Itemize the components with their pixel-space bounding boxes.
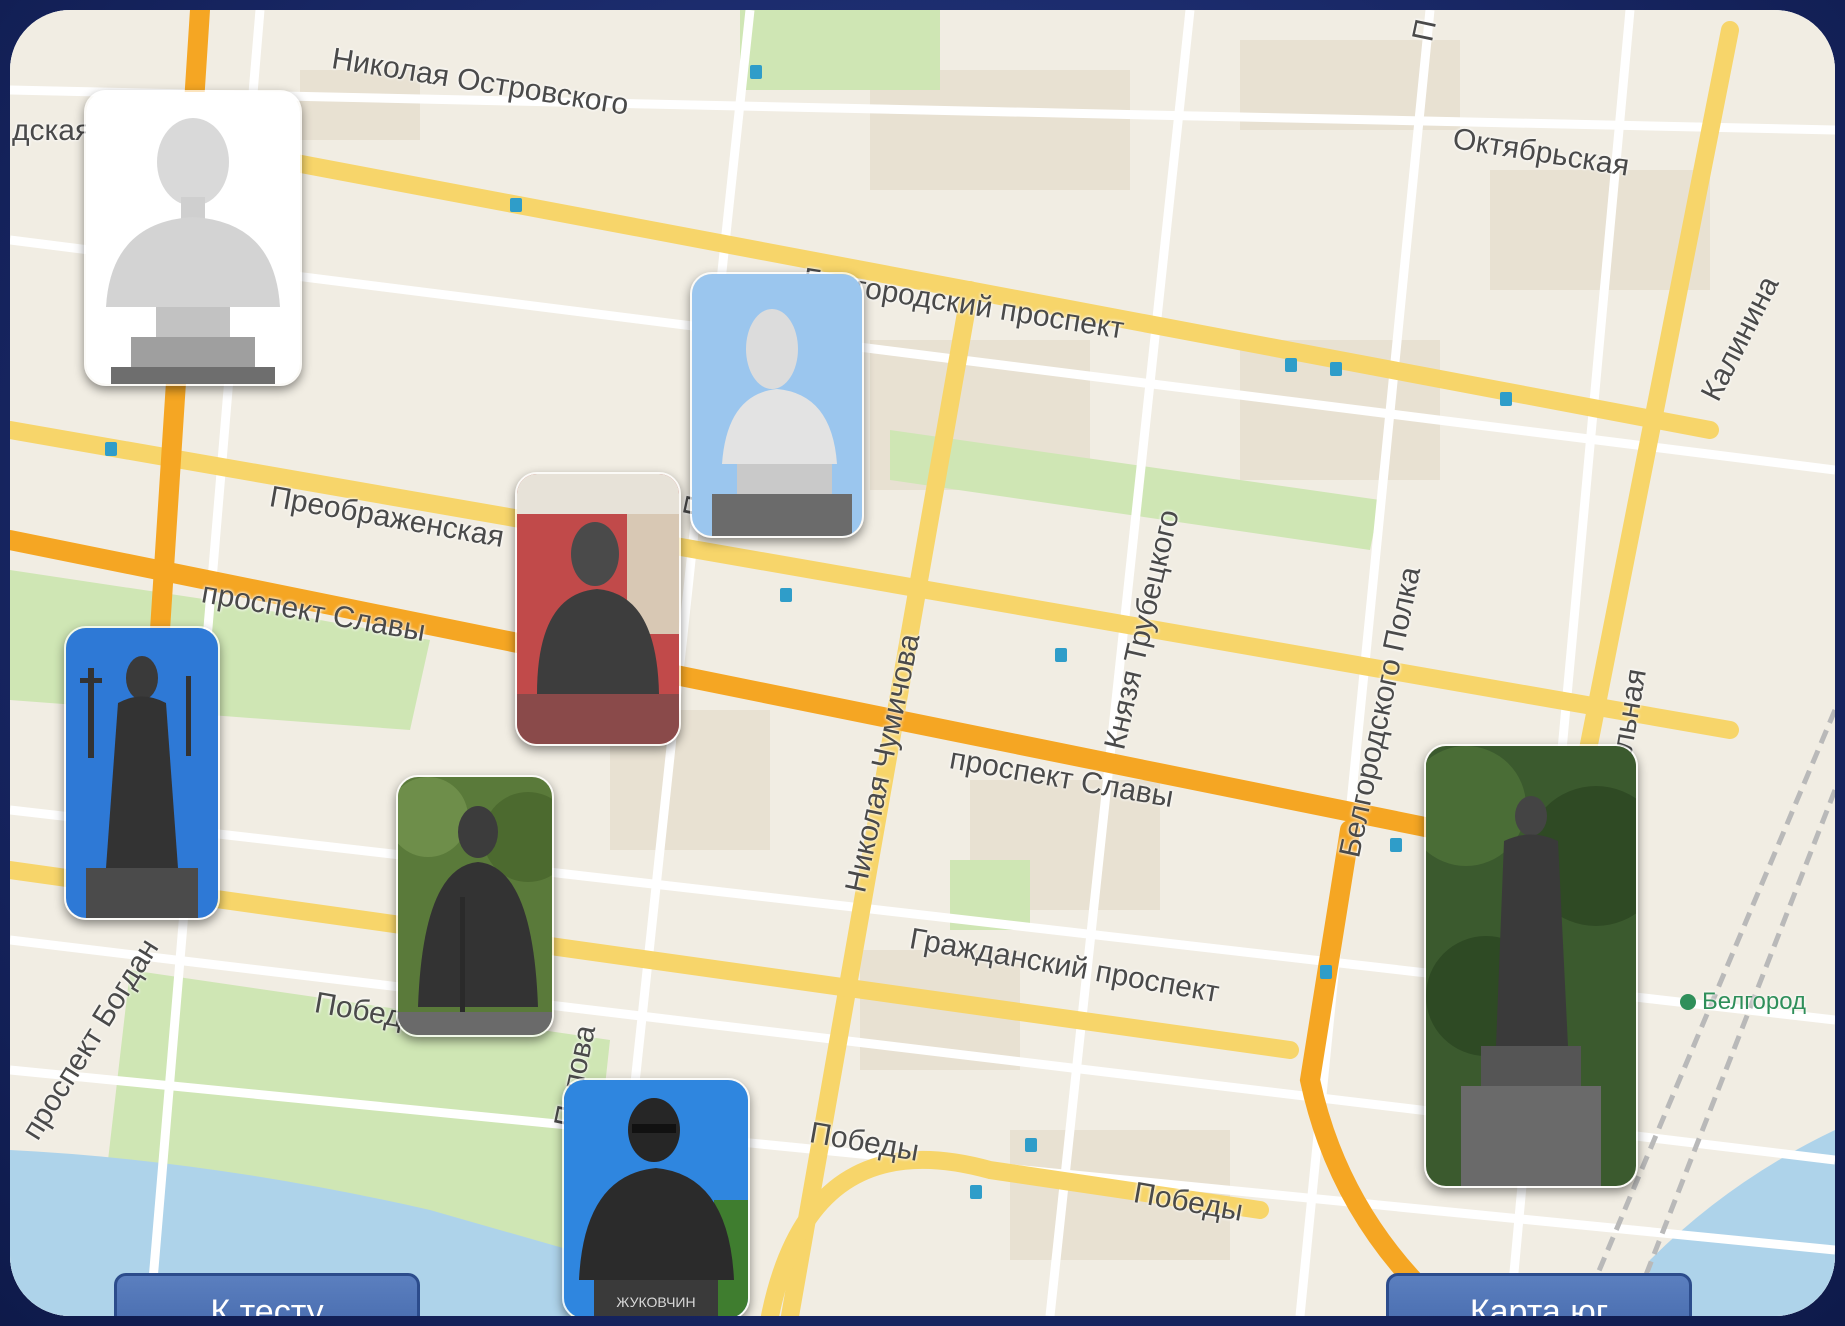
- city-map: Николая Островского Октябрьская Белгород…: [10, 10, 1835, 1316]
- monument-seated-cane-photo[interactable]: [396, 775, 554, 1037]
- monument-general-standing-photo[interactable]: [1424, 744, 1638, 1188]
- street-gradskaya: дская: [12, 114, 92, 147]
- monument-seated-bearded-photo[interactable]: [515, 472, 681, 746]
- plaque-text: ЖУКОВЧИН: [616, 1294, 695, 1310]
- bust-sky-image: [692, 274, 862, 536]
- general-standing-image: [1426, 746, 1636, 1186]
- to-test-button[interactable]: К тесту: [114, 1273, 420, 1316]
- monument-saint-cross-photo[interactable]: [64, 626, 220, 920]
- monument-bust-white-photo[interactable]: [84, 90, 302, 386]
- monument-bust-glasses-photo[interactable]: ЖУКОВЧИН: [562, 1078, 750, 1316]
- seated-bearded-image: [517, 474, 679, 744]
- seated-cane-image: [398, 777, 552, 1035]
- monument-bust-sky-photo[interactable]: [690, 272, 864, 538]
- station-marker-icon: [1680, 994, 1696, 1010]
- saint-cross-image: [66, 628, 218, 918]
- bust-white-image: [86, 92, 300, 384]
- station-label-belgorod: Белгород: [1702, 988, 1807, 1015]
- bust-glasses-image: ЖУКОВЧИН: [564, 1080, 748, 1316]
- map-south-button[interactable]: Карта юг: [1386, 1273, 1692, 1316]
